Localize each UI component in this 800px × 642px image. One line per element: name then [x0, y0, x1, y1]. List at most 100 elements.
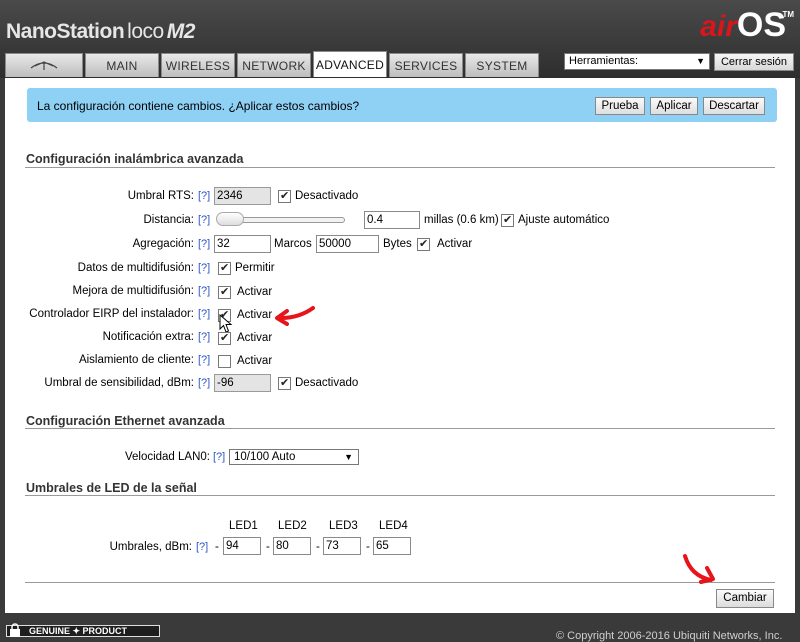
- sensitivity-label: Umbral de sensibilidad, dBm:: [44, 377, 194, 389]
- led3-input[interactable]: 73: [323, 537, 361, 555]
- distance-unit: millas (0.6 km): [424, 214, 499, 226]
- led2-input[interactable]: 80: [273, 537, 311, 555]
- header: NanoStation loco M2 airOS TM MAIN WIRELESS …: [0, 0, 800, 78]
- tab-main[interactable]: MAIN: [85, 53, 159, 77]
- sensitivity-disabled-checkbox[interactable]: [278, 376, 291, 390]
- rts-threshold-input[interactable]: 2346: [214, 187, 271, 205]
- aggregation-enable-checkbox[interactable]: [417, 237, 430, 251]
- section-divider: [25, 495, 775, 496]
- minus-sign: -: [266, 541, 270, 553]
- client-isolation-checkbox[interactable]: [218, 355, 231, 368]
- logo-tm: TM: [782, 10, 794, 19]
- tab-ubiquiti-logo[interactable]: [5, 53, 83, 77]
- frames-unit: Marcos: [274, 238, 312, 250]
- extra-report-checkbox[interactable]: [218, 331, 231, 345]
- bytes-unit: Bytes: [383, 238, 412, 250]
- ubiquiti-logo-icon: [30, 60, 58, 70]
- rts-disabled-checkbox[interactable]: [278, 189, 291, 203]
- multicast-data-label: Datos de multidifusión:: [77, 262, 194, 274]
- multicast-enhancement-label: Mejora de multidifusión:: [72, 285, 194, 297]
- tab-system[interactable]: SYSTEM: [465, 53, 539, 77]
- help-link[interactable]: [?]: [198, 214, 210, 226]
- auto-adjust-checkbox[interactable]: [501, 213, 514, 227]
- led1-header: LED1: [229, 520, 258, 532]
- footer: GENUINE ✦ PRODUCT © Copyright 2006-2016 …: [0, 613, 800, 642]
- annotation-arrow-icon: [275, 306, 315, 326]
- apply-button[interactable]: Aplicar: [650, 97, 698, 115]
- lan-speed-select[interactable]: 10/100 Auto ▼: [229, 449, 359, 465]
- led3-header: LED3: [329, 520, 358, 532]
- led1-input[interactable]: 94: [223, 537, 261, 555]
- tools-select[interactable]: Herramientas: ▼: [564, 53, 710, 70]
- help-link[interactable]: [?]: [198, 331, 210, 343]
- extra-report-label: Notificación extra:: [102, 331, 194, 343]
- dropdown-arrow-icon: ▼: [344, 452, 353, 462]
- extra-report-label-text: Activar: [237, 332, 273, 344]
- section-title-led: Umbrales de LED de la señal: [26, 481, 197, 495]
- notice-message: La configuración contiene cambios. ¿Apli…: [37, 99, 360, 113]
- discard-button[interactable]: Descartar: [703, 97, 765, 115]
- help-link[interactable]: [?]: [198, 354, 210, 366]
- logo-air: air: [700, 10, 737, 43]
- help-link[interactable]: [?]: [198, 238, 210, 250]
- logout-button[interactable]: Cerrar sesión: [714, 53, 794, 71]
- dropdown-arrow-icon: ▼: [696, 56, 705, 66]
- led4-input[interactable]: 65: [373, 537, 411, 555]
- section-divider: [25, 582, 775, 583]
- help-link[interactable]: [?]: [198, 190, 210, 202]
- minus-sign: -: [366, 541, 370, 553]
- section-divider: [25, 428, 775, 429]
- tab-services[interactable]: SERVICES: [389, 53, 463, 77]
- led4-header: LED4: [379, 520, 408, 532]
- aggregation-label: Agregación:: [132, 238, 194, 250]
- pending-changes-notice: La configuración contiene cambios. ¿Apli…: [27, 88, 777, 122]
- help-link[interactable]: [?]: [198, 262, 210, 274]
- distance-label: Distancia:: [143, 214, 195, 226]
- logo-os: OS: [736, 6, 786, 44]
- distance-slider-handle[interactable]: [216, 212, 244, 226]
- minus-sign: -: [316, 541, 320, 553]
- tab-advanced[interactable]: ADVANCED: [313, 51, 387, 77]
- eirp-control-label: Controlador EIRP del instalador:: [29, 308, 194, 320]
- tools-select-value: Herramientas:: [569, 55, 639, 67]
- device-brand: NanoStation loco M2: [6, 20, 195, 44]
- help-link[interactable]: [?]: [198, 308, 210, 320]
- lan-speed-label: Velocidad LAN0:: [124, 451, 210, 463]
- aggregation-frames-input[interactable]: 32: [214, 235, 271, 253]
- auto-adjust-label: Ajuste automático: [518, 214, 610, 226]
- rts-label: Umbral RTS:: [127, 190, 194, 202]
- sensitivity-disabled-label: Desactivado: [295, 377, 359, 389]
- tab-wireless[interactable]: WIRELESS: [161, 53, 235, 77]
- multicast-enhancement-checkbox[interactable]: [218, 285, 231, 299]
- led2-header: LED2: [278, 520, 307, 532]
- change-button[interactable]: Cambiar: [716, 589, 774, 608]
- rts-disabled-label: Desactivado: [295, 190, 359, 202]
- minus-sign: -: [215, 541, 219, 553]
- copyright-text: © Copyright 2006-2016 Ubiquiti Networks,…: [556, 630, 783, 642]
- main-content: La configuración contiene cambios. ¿Apli…: [5, 78, 795, 613]
- tab-network[interactable]: NETWORK: [237, 53, 311, 77]
- multicast-enhancement-label-text: Activar: [237, 286, 273, 298]
- brand-model: M2: [166, 20, 196, 43]
- client-isolation-label-text: Activar: [237, 355, 273, 367]
- multicast-allow-checkbox[interactable]: [218, 261, 231, 275]
- annotation-arrow-icon: [683, 554, 715, 584]
- test-button[interactable]: Prueba: [595, 97, 645, 115]
- multicast-allow-label: Permitir: [235, 262, 275, 274]
- aggregation-bytes-input[interactable]: 50000: [316, 235, 379, 253]
- client-isolation-label: Aislamiento de cliente:: [78, 354, 194, 366]
- section-title-ethernet: Configuración Ethernet avanzada: [26, 414, 225, 428]
- sensitivity-input[interactable]: -96: [214, 374, 271, 392]
- led-thresholds-label: Umbrales, dBm:: [109, 541, 192, 553]
- section-title-wireless: Configuración inalámbrica avanzada: [26, 152, 244, 166]
- help-link[interactable]: [?]: [198, 377, 210, 389]
- section-divider: [25, 167, 775, 168]
- genuine-product-badge: GENUINE ✦ PRODUCT: [6, 625, 160, 637]
- help-link[interactable]: [?]: [198, 285, 210, 297]
- main-tabs: MAIN WIRELESS NETWORK ADVANCED SERVICES …: [5, 51, 541, 77]
- eirp-control-label-text: Activar: [237, 309, 273, 321]
- help-link[interactable]: [?]: [196, 541, 208, 553]
- distance-input[interactable]: 0.4: [364, 211, 420, 229]
- help-link[interactable]: [?]: [213, 451, 225, 463]
- aggregation-enable-label: Activar: [437, 238, 473, 250]
